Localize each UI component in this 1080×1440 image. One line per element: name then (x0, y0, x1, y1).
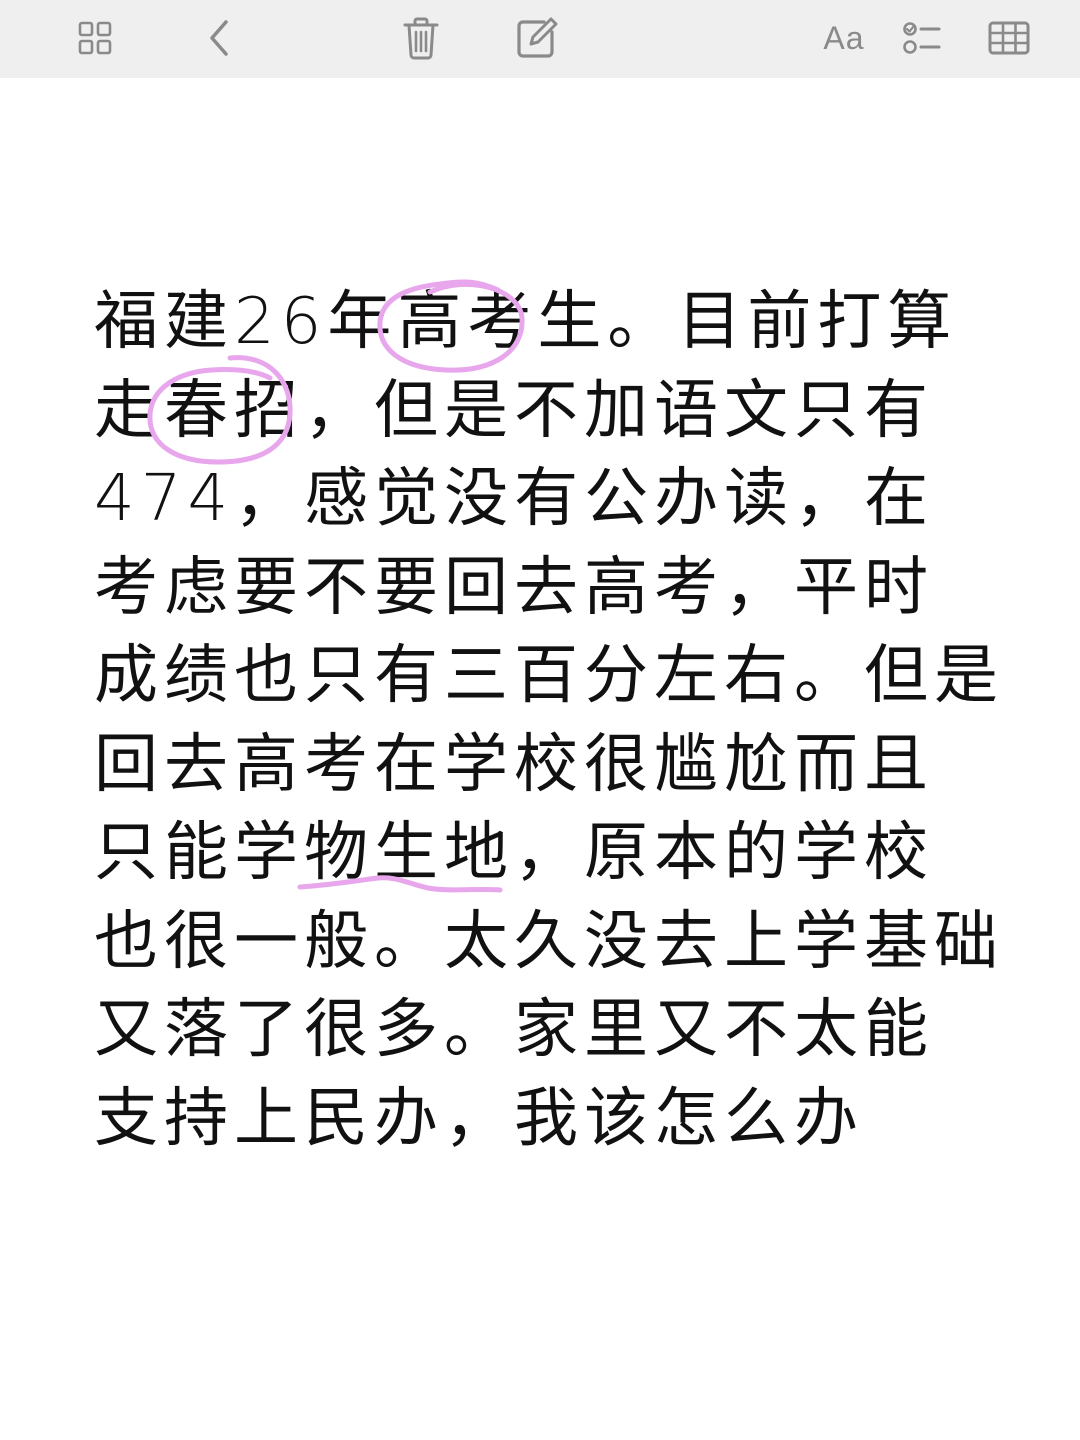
note-line: 考虑要不要回去高考，平时 (94, 550, 934, 625)
table-icon (988, 21, 1030, 55)
checklist-icon (902, 20, 942, 56)
gallery-view-button[interactable] (71, 14, 119, 62)
delete-button[interactable] (397, 14, 445, 62)
table-button[interactable] (985, 14, 1033, 62)
note-line: 也很一般。太久没去上学基础 (94, 904, 1004, 979)
note-line: 走春招，但是不加语文只有 (94, 373, 934, 448)
note-line: 只能学物生地，原本的学校 (94, 816, 934, 890)
compose-button[interactable] (512, 14, 560, 62)
checklist-button[interactable] (898, 14, 946, 62)
note-line: 福建26年高考生。目前打算 (94, 285, 958, 359)
grid-icon (77, 20, 113, 56)
note-body[interactable]: 福建26年高考生。目前打算 走春招，但是不加语文只有 474，感觉没有公办读，在… (94, 278, 1004, 1163)
note-toolbar: Aa (0, 0, 1080, 78)
note-line: 又落了很多。家里又不太能 (94, 993, 934, 1067)
trash-icon (401, 16, 441, 60)
note-line: 474，感觉没有公办读，在 (94, 462, 935, 536)
note-line: 成绩也只有三百分左右。但是 (94, 639, 1004, 713)
text-format-icon: Aa (823, 19, 865, 56)
back-button[interactable] (196, 14, 244, 62)
note-line: 回去高考在学校很尴尬而且 (94, 727, 934, 802)
format-button[interactable]: Aa (818, 14, 870, 62)
chevron-left-icon (202, 18, 238, 58)
note-line: 支持上民办，我该怎么办 (94, 1081, 864, 1156)
compose-icon (514, 16, 558, 60)
